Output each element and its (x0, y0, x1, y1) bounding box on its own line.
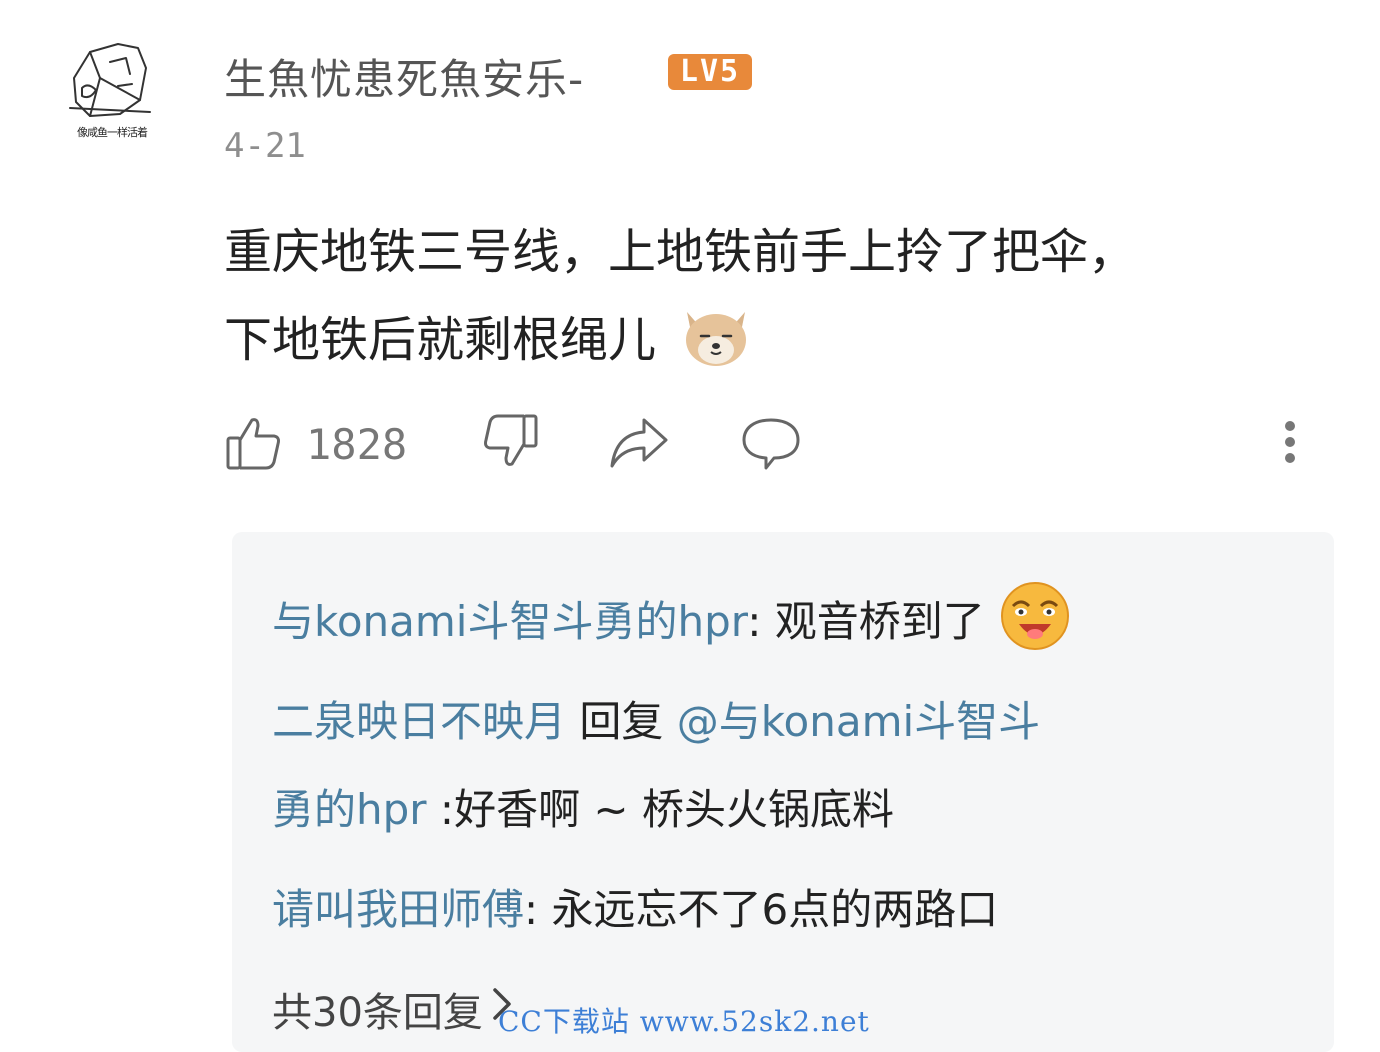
comment-icon (740, 412, 802, 476)
like-button[interactable]: 1828 (224, 412, 407, 476)
post-content: 重庆地铁三号线，上地铁前手上拎了把伞， 下地铁后就剩根绳儿 (224, 208, 1324, 384)
post-date: 4-21 (224, 126, 306, 166)
reply-line: 勇的hpr :好香啊 ~ 桥头火锅底料 (272, 766, 1272, 854)
post-content-line: 重庆地铁三号线，上地铁前手上拎了把伞， (224, 224, 1137, 280)
reply-separator: : (524, 885, 552, 934)
dislike-button[interactable] (480, 412, 540, 476)
reply-nickname[interactable]: 二泉映日不映月 (272, 697, 566, 746)
reply-word: 回复 (566, 697, 677, 746)
reply-mention-continued[interactable]: 勇的hpr (272, 785, 427, 834)
share-icon (608, 412, 670, 476)
more-options-button[interactable] (1280, 412, 1300, 476)
laughing-emoji-icon (999, 580, 1071, 652)
reply-separator: : (747, 597, 775, 646)
reply-text: 观音桥到了 (774, 597, 985, 646)
reply-nickname[interactable]: 请叫我田师傅 (272, 885, 524, 934)
level-badge: LV5 (668, 54, 752, 90)
reply-nickname[interactable]: 与konami斗智斗勇的hpr (272, 597, 747, 646)
thumbs-up-icon (224, 412, 284, 476)
username[interactable]: 生魚忧患死魚安乐- (224, 46, 584, 107)
reply-item[interactable]: 与konami斗智斗勇的hpr: 观音桥到了 (272, 578, 1071, 666)
reply-line: 二泉映日不映月 回复 @与konami斗智斗 (272, 678, 1272, 766)
reply-mention[interactable]: @与konami斗智斗 (677, 697, 1040, 746)
reply-text: 永远忘不了6点的两路口 (551, 885, 999, 934)
avatar-caption: 像咸鱼一样活着 (77, 126, 148, 139)
comment-button[interactable] (740, 412, 802, 476)
like-count: 1828 (306, 419, 408, 469)
reply-text: :好香啊 ~ 桥头火锅底料 (426, 785, 894, 834)
replies-section: 与konami斗智斗勇的hpr: 观音桥到了 二泉映日不映月 回复 @与kona… (232, 532, 1334, 1052)
more-replies-link[interactable]: 共30条回复 (272, 980, 513, 1038)
action-bar: 1828 (224, 412, 1324, 482)
post-content-line-with-emoji: 下地铁后就剩根绳儿 (224, 296, 1324, 384)
shiba-emoji-icon (681, 302, 751, 368)
post-content-line: 下地铁后就剩根绳儿 (224, 312, 657, 368)
more-replies-label: 共30条回复 (272, 990, 483, 1036)
thumbs-down-icon (480, 412, 540, 476)
more-vertical-icon (1280, 412, 1300, 476)
reply-item[interactable]: 二泉映日不映月 回复 @与konami斗智斗 勇的hpr :好香啊 ~ 桥头火锅… (272, 678, 1272, 854)
watermark: CC下载站 www.52sk2.net (498, 1005, 870, 1038)
share-button[interactable] (608, 412, 670, 476)
reply-item[interactable]: 请叫我田师傅: 永远忘不了6点的两路口 (272, 866, 998, 954)
